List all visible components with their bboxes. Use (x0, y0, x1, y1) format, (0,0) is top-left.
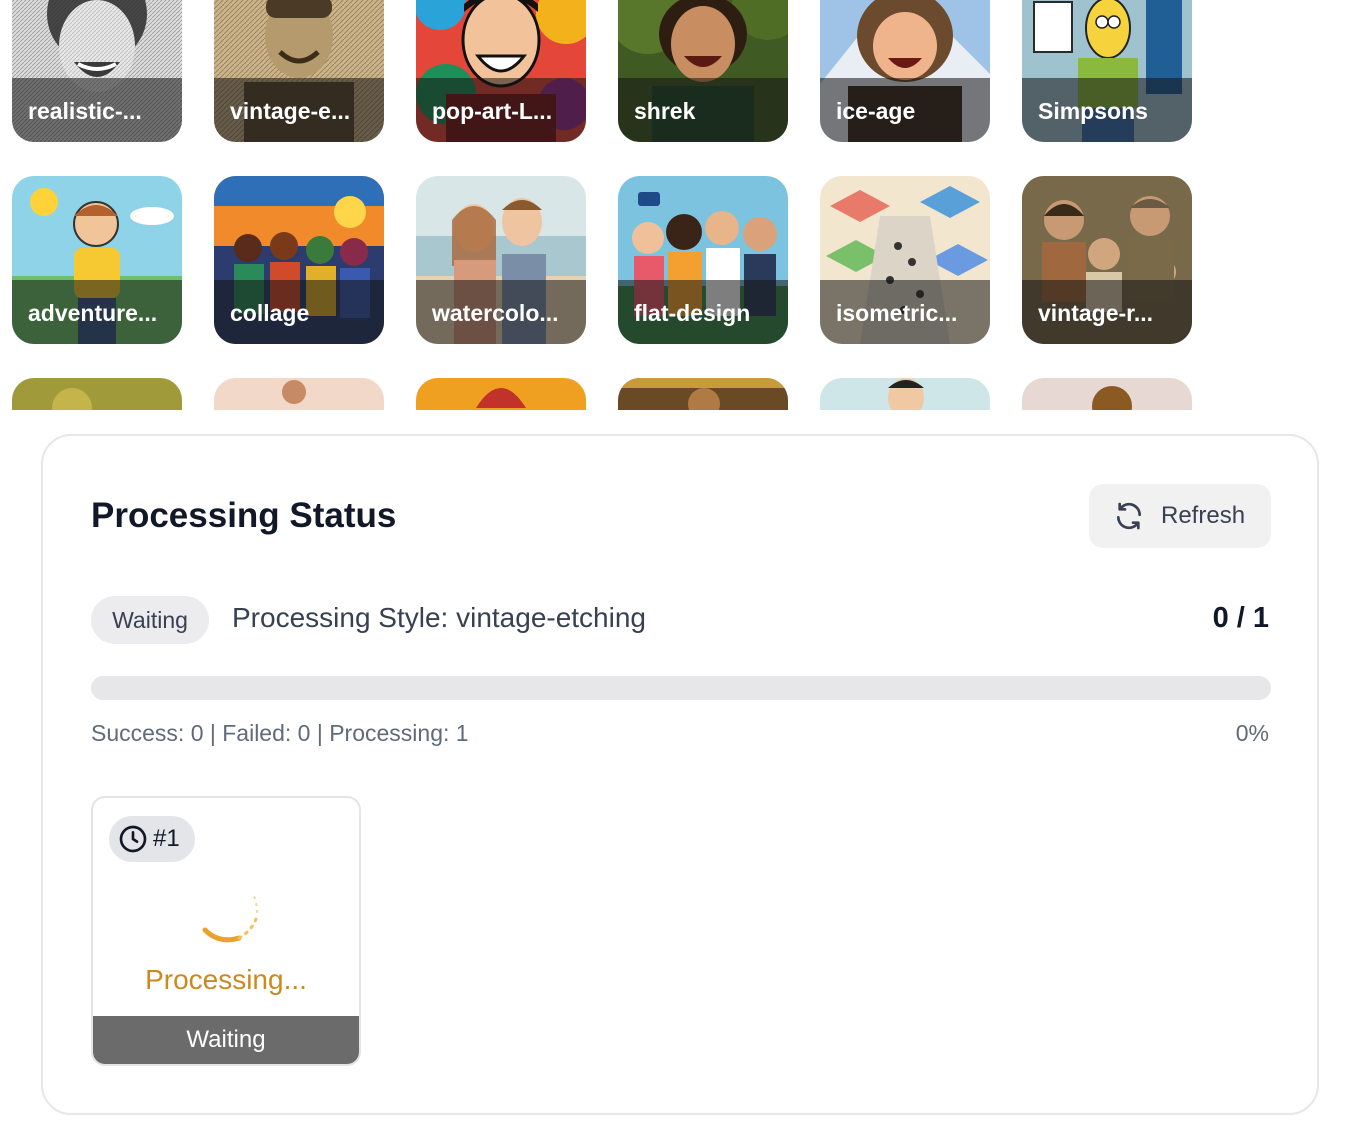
style-tile-partial[interactable] (820, 378, 990, 410)
style-thumbnail (820, 378, 990, 410)
style-tile-shrek[interactable]: shrek (618, 0, 788, 142)
style-tile-partial[interactable] (416, 378, 586, 410)
item-state-text: Processing... (145, 964, 307, 995)
style-tile-partial[interactable] (12, 378, 182, 410)
style-tile-collage[interactable]: collage (214, 176, 384, 344)
job-count: 0 / 1 (1212, 602, 1269, 634)
style-tile-label: isometric... (836, 300, 958, 326)
style-tile-watercolor[interactable]: watercolo... (416, 176, 586, 344)
refresh-button-label: Refresh (1161, 502, 1246, 529)
refresh-icon (1113, 500, 1145, 532)
style-tile-label: realistic-... (28, 98, 142, 124)
style-thumbnail (416, 378, 586, 410)
style-tile-label: ice-age (836, 98, 916, 124)
style-thumbnail (214, 378, 384, 410)
style-tile-partial[interactable] (618, 378, 788, 410)
style-tile-realistic[interactable]: realistic-... (12, 0, 182, 142)
style-thumbnail (12, 378, 182, 410)
style-tile-pop-art[interactable]: pop-art-L... (416, 0, 586, 142)
progress-bar (91, 676, 1271, 700)
style-tile-label: adventure... (28, 300, 158, 326)
style-tile-label: vintage-r... (1038, 300, 1154, 326)
style-thumbnail (1022, 378, 1192, 410)
job-title: Processing Style: vintage-etching (232, 602, 646, 633)
style-tile-flat-design[interactable]: flat-design (618, 176, 788, 344)
result-item-card[interactable]: #1 Processing... Waiting (91, 796, 361, 1066)
progress-percent: 0% (1235, 720, 1269, 746)
status-badge: Waiting (91, 596, 209, 644)
style-tile-vintage-etching[interactable]: vintage-e... (214, 0, 384, 142)
style-tile-isometric[interactable]: isometric... (820, 176, 990, 344)
style-tile-label: pop-art-L... (432, 98, 553, 124)
style-tile-label: collage (230, 300, 310, 326)
style-tile-ice-age[interactable]: ice-age (820, 0, 990, 142)
style-tile-partial[interactable] (214, 378, 384, 410)
item-status-footer: Waiting (93, 1016, 359, 1064)
loading-spinner-icon (193, 880, 273, 960)
style-tile-adventure[interactable]: adventure... (12, 176, 182, 344)
style-thumbnail (618, 378, 788, 410)
style-tile-label: flat-design (634, 300, 751, 326)
style-tile-label: shrek (634, 98, 696, 124)
style-tile-vintage-retro[interactable]: vintage-r... (1022, 176, 1192, 344)
refresh-button[interactable]: Refresh (1089, 484, 1271, 548)
style-tile-label: watercolo... (432, 300, 559, 326)
item-number: #1 (153, 825, 180, 852)
progress-stats: Success: 0 | Failed: 0 | Processing: 1 (91, 720, 469, 746)
item-number-badge: #1 (109, 816, 195, 862)
style-gallery: realistic-... vintage-e... pop-art-L... … (0, 0, 1352, 410)
clock-icon (117, 823, 149, 855)
style-tile-label: vintage-e... (230, 98, 351, 124)
style-tile-simpsons[interactable]: Simpsons (1022, 0, 1192, 142)
style-tile-label: Simpsons (1038, 98, 1148, 124)
processing-status-panel: Processing Status Refresh Waiting Proces… (41, 434, 1319, 1115)
style-tile-partial[interactable] (1022, 378, 1192, 410)
panel-title: Processing Status (91, 496, 397, 535)
